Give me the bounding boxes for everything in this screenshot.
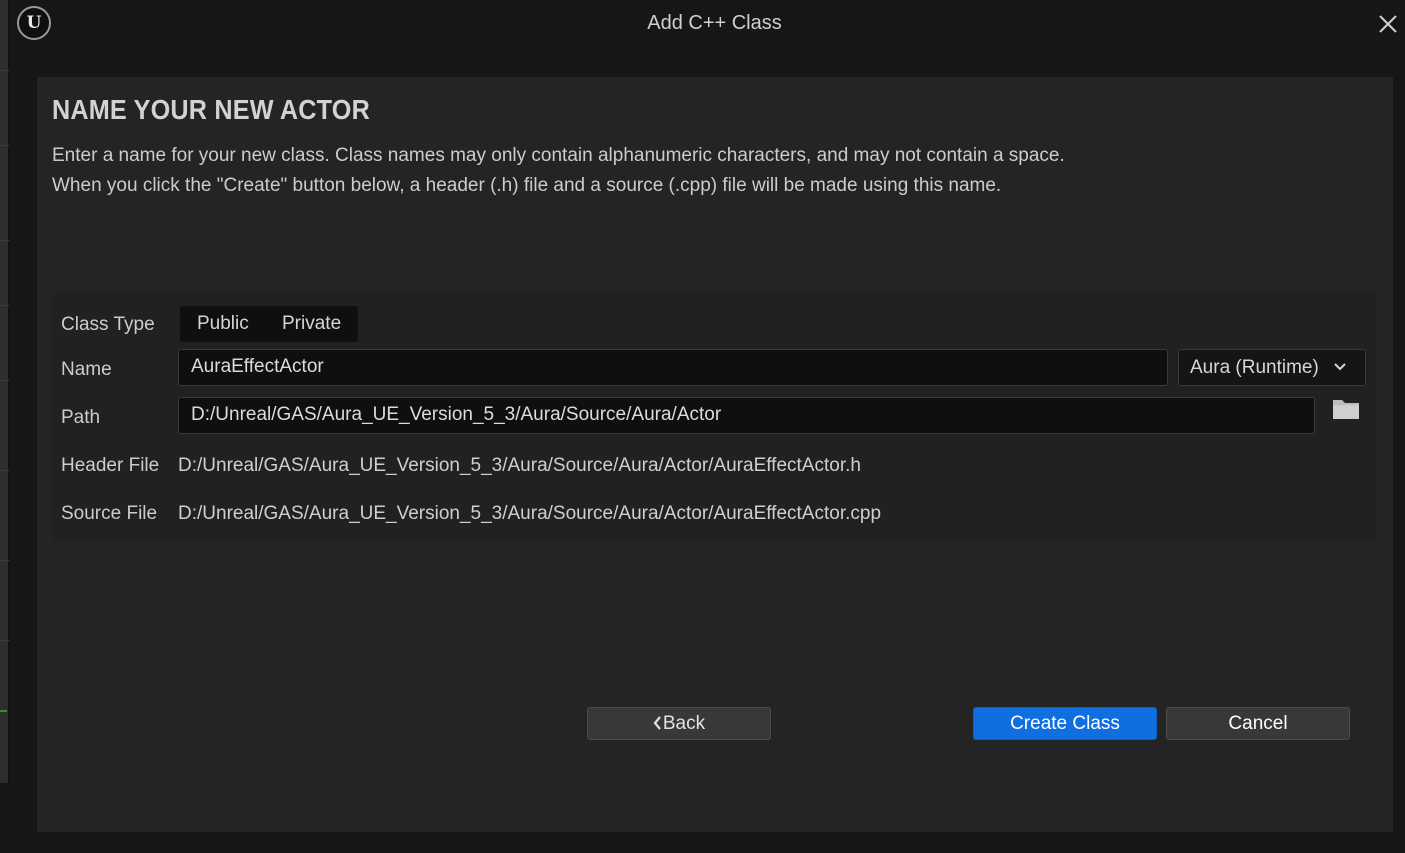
add-class-dialog: U Add C++ Class NAME YOUR NEW ACTOR Ente… bbox=[9, 0, 1405, 853]
path-label: Path bbox=[61, 407, 101, 428]
source-file-value: D:/Unreal/GAS/Aura_UE_Version_5_3/Aura/S… bbox=[178, 503, 882, 524]
page-heading: NAME YOUR NEW ACTOR bbox=[52, 94, 370, 125]
chevron-down-icon bbox=[1334, 363, 1346, 371]
create-class-button[interactable]: Create Class bbox=[973, 707, 1157, 740]
class-type-private-option[interactable]: Private bbox=[282, 306, 341, 342]
back-button[interactable]: Back bbox=[587, 707, 771, 740]
title-bar: U Add C++ Class bbox=[9, 0, 1405, 50]
path-input[interactable]: D:/Unreal/GAS/Aura_UE_Version_5_3/Aura/S… bbox=[178, 397, 1315, 434]
description: Enter a name for your new class. Class n… bbox=[52, 141, 1065, 201]
header-file-label: Header File bbox=[61, 455, 160, 476]
description-line-1: Enter a name for your new class. Class n… bbox=[52, 145, 1065, 166]
source-file-label: Source File bbox=[61, 503, 158, 524]
window-title: Add C++ Class bbox=[647, 12, 782, 34]
back-button-label: Back bbox=[662, 713, 706, 734]
header-file-value: D:/Unreal/GAS/Aura_UE_Version_5_3/Aura/S… bbox=[178, 455, 861, 476]
description-line-2: When you click the "Create" button below… bbox=[52, 175, 1002, 196]
class-name-input[interactable]: AuraEffectActor bbox=[178, 349, 1168, 386]
name-label: Name bbox=[61, 359, 112, 380]
module-dropdown[interactable]: Aura (Runtime) bbox=[1178, 349, 1366, 386]
class-type-label: Class Type bbox=[61, 314, 155, 335]
close-icon[interactable] bbox=[1376, 11, 1400, 37]
folder-icon[interactable] bbox=[1332, 396, 1360, 422]
class-form: Class Type Public Private Name AuraEffec… bbox=[52, 293, 1377, 541]
chevron-left-icon bbox=[653, 716, 661, 730]
module-dropdown-value: Aura (Runtime) bbox=[1190, 357, 1319, 378]
background-editor-strip bbox=[0, 0, 9, 853]
class-type-toggle: Public Private bbox=[180, 306, 358, 342]
class-type-public-option[interactable]: Public bbox=[197, 306, 249, 342]
cancel-button[interactable]: Cancel bbox=[1166, 707, 1350, 740]
